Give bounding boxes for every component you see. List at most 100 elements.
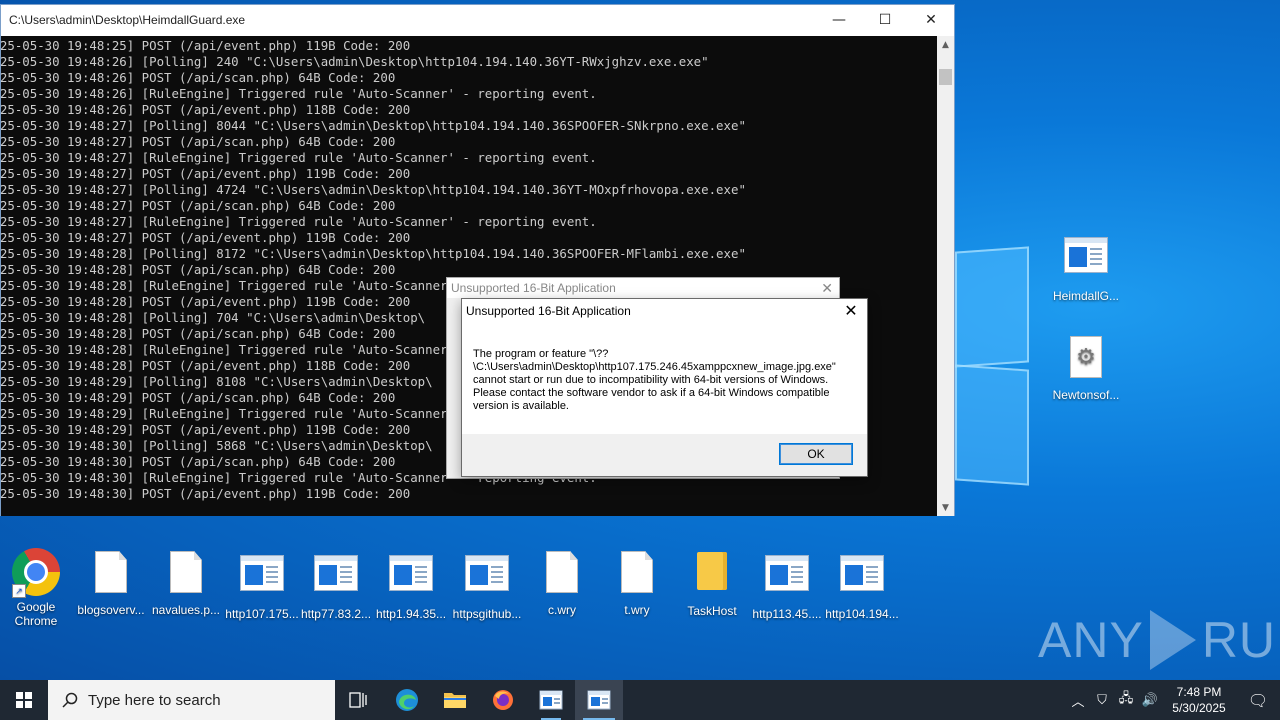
scroll-down-icon[interactable]: ▼ (937, 499, 954, 516)
desktop-icon-label: navalues.p... (151, 603, 221, 617)
app-window-icon (763, 555, 811, 603)
anyrun-watermark: ANY RUN (1038, 610, 1280, 670)
settings-file-icon: ⚙ (1062, 336, 1110, 384)
dialog-title: Unsupported 16-Bit Application (466, 304, 631, 318)
desktop-icon-label: http77.83.2... (300, 607, 372, 621)
scroll-thumb[interactable] (939, 69, 952, 85)
desktop-icon-http77[interactable]: http77.83.2... (296, 548, 376, 621)
maximize-button[interactable]: ☐ (862, 5, 908, 35)
blank-file-icon (162, 551, 210, 599)
app-window-icon (539, 690, 563, 710)
console-line: 2025-05-30 19:48:30] POST (/api/event.ph… (1, 486, 411, 501)
console-line: 2025-05-30 19:48:28] [Polling] 8172 "C:\… (1, 246, 746, 261)
defender-icon[interactable]: ⛉ (1090, 693, 1114, 708)
console-line: 2025-05-30 19:48:27] [RuleEngine] Trigge… (1, 214, 597, 229)
clock-time: 7:48 PM (1176, 685, 1222, 699)
close-icon[interactable]: ✕ (841, 301, 861, 320)
desktop-icon-label: Newtonsof... (1052, 388, 1120, 402)
play-icon (1149, 610, 1196, 670)
app-window-icon (838, 555, 886, 603)
blank-file-icon (613, 551, 661, 599)
close-button[interactable]: ✕ (908, 5, 954, 35)
dialog-back-title: Unsupported 16-Bit Application (451, 281, 616, 295)
taskbar-app-1[interactable] (527, 680, 575, 720)
console-line: 2025-05-30 19:48:27] [Polling] 8044 "C:\… (1, 118, 746, 133)
dialog-footer: OK (462, 434, 867, 476)
taskbar: Type here to search ︿ ⛉ 🖧 🔊 7:48 PM 5/30… (0, 680, 1280, 720)
desktop-icon-http1[interactable]: http1.94.35... (371, 548, 451, 621)
desktop-icon-http104[interactable]: http104.194... (822, 548, 902, 621)
console-line: 2025-05-30 19:48:27] POST (/api/event.ph… (1, 230, 411, 245)
dialog-titlebar[interactable]: Unsupported 16-Bit Application ✕ (462, 299, 867, 323)
console-line: 2025-05-30 19:48:27] POST (/api/event.ph… (1, 166, 411, 181)
console-titlebar[interactable]: C:\Users\admin\Desktop\HeimdallGuard.exe… (1, 5, 954, 35)
desktop-icon-t-wry[interactable]: t.wry (597, 548, 677, 617)
console-line: 2025-05-30 19:48:28] POST (/api/scan.php… (1, 262, 396, 277)
task-view-icon (349, 692, 367, 708)
desktop-icon-label: http113.45.... (752, 607, 822, 621)
desktop-icon-navalues[interactable]: navalues.p... (146, 548, 226, 617)
minimize-button[interactable]: — (816, 5, 862, 35)
taskbar-edge[interactable] (383, 680, 431, 720)
desktop-icon-c-wry[interactable]: c.wry (522, 548, 602, 617)
desktop-icon-label: http1.94.35... (375, 607, 447, 621)
search-placeholder: Type here to search (88, 691, 221, 709)
desktop-icon-label: t.wry (624, 603, 650, 617)
console-line: 2025-05-30 19:48:27] POST (/api/scan.php… (1, 198, 396, 213)
blank-file-icon (538, 551, 586, 599)
windows-start-icon (16, 692, 32, 708)
system-tray: ︿ ⛉ 🖧 🔊 7:48 PM 5/30/2025 🗨 (1066, 680, 1280, 720)
volume-icon[interactable]: 🔊 (1138, 693, 1162, 708)
start-button[interactable] (0, 680, 48, 720)
console-scrollbar[interactable]: ▲ ▼ (937, 36, 954, 516)
chevron-up-icon[interactable]: ︿ (1066, 691, 1090, 710)
watermark-left: ANY (1038, 612, 1144, 668)
desktop-icon-newtonsoft[interactable]: ⚙ Newtonsof... (1046, 333, 1126, 402)
scroll-up-icon[interactable]: ▲ (937, 36, 954, 53)
taskbar-search-box[interactable]: Type here to search (48, 680, 335, 720)
taskbar-app-2-active[interactable] (575, 680, 623, 720)
dialog-unsupported-16bit[interactable]: Unsupported 16-Bit Application ✕ The pro… (461, 298, 868, 477)
shortcut-arrow-icon: ↗ (12, 584, 26, 598)
windows-logo-light (955, 235, 1033, 486)
firefox-icon (493, 690, 513, 710)
desktop-icon-http113[interactable]: http113.45.... (747, 548, 827, 621)
blank-file-icon (87, 551, 135, 599)
ok-button[interactable]: OK (779, 443, 853, 465)
desktop-icon-label: TaskHost (687, 604, 737, 618)
clock-date: 5/30/2025 (1172, 701, 1226, 715)
desktop-icon-label: HeimdallG... (1052, 289, 1120, 303)
console-line: 2025-05-30 19:48:26] POST (/api/scan.php… (1, 70, 396, 85)
console-line: 2025-05-30 19:48:26] [Polling] 240 "C:\U… (1, 54, 709, 69)
console-line: 2025-05-30 19:48:26] [RuleEngine] Trigge… (1, 86, 597, 101)
console-line: 2025-05-30 19:48:27] POST (/api/scan.php… (1, 134, 396, 149)
watermark-right: RUN (1201, 612, 1280, 668)
folder-icon (688, 552, 736, 600)
desktop-icon-label: blogsoverv... (77, 603, 145, 617)
console-line: 2025-05-30 19:48:27] [Polling] 4724 "C:\… (1, 182, 746, 197)
taskbar-file-explorer[interactable] (431, 680, 479, 720)
desktop-icon-taskhost[interactable]: TaskHost (672, 548, 752, 618)
desktop-icon-http107[interactable]: http107.175... (222, 548, 302, 621)
dialog-back-titlebar[interactable]: Unsupported 16-Bit Application ✕ (447, 278, 839, 298)
app-window-icon (1062, 237, 1110, 285)
taskbar-firefox[interactable] (479, 680, 527, 720)
app-window-icon (312, 555, 360, 603)
desktop-icon-label: c.wry (548, 603, 576, 617)
desktop-icon-label: http104.194... (825, 607, 899, 621)
close-icon[interactable]: ✕ (821, 278, 833, 298)
console-title: C:\Users\admin\Desktop\HeimdallGuard.exe (9, 13, 246, 27)
search-icon (62, 692, 78, 708)
desktop-icon-label: Google Chrome (14, 600, 58, 628)
desktop-icon-heimdallguard[interactable]: HeimdallG... (1046, 230, 1126, 303)
desktop-icon-httpsgithub[interactable]: httpsgithub... (447, 548, 527, 621)
desktop-icon-blogsoverv[interactable]: blogsoverv... (71, 548, 151, 617)
folder-icon (444, 693, 466, 708)
task-view-button[interactable] (335, 680, 383, 720)
desktop-icon-google-chrome[interactable]: ↗ Google Chrome (0, 548, 76, 628)
network-icon[interactable]: 🖧 (1114, 689, 1138, 711)
app-window-icon (238, 555, 286, 603)
taskbar-clock[interactable]: 7:48 PM 5/30/2025 (1162, 684, 1236, 716)
console-line: 2025-05-30 19:48:27] [RuleEngine] Trigge… (1, 150, 597, 165)
notification-icon[interactable]: 🗨 (1236, 691, 1280, 710)
